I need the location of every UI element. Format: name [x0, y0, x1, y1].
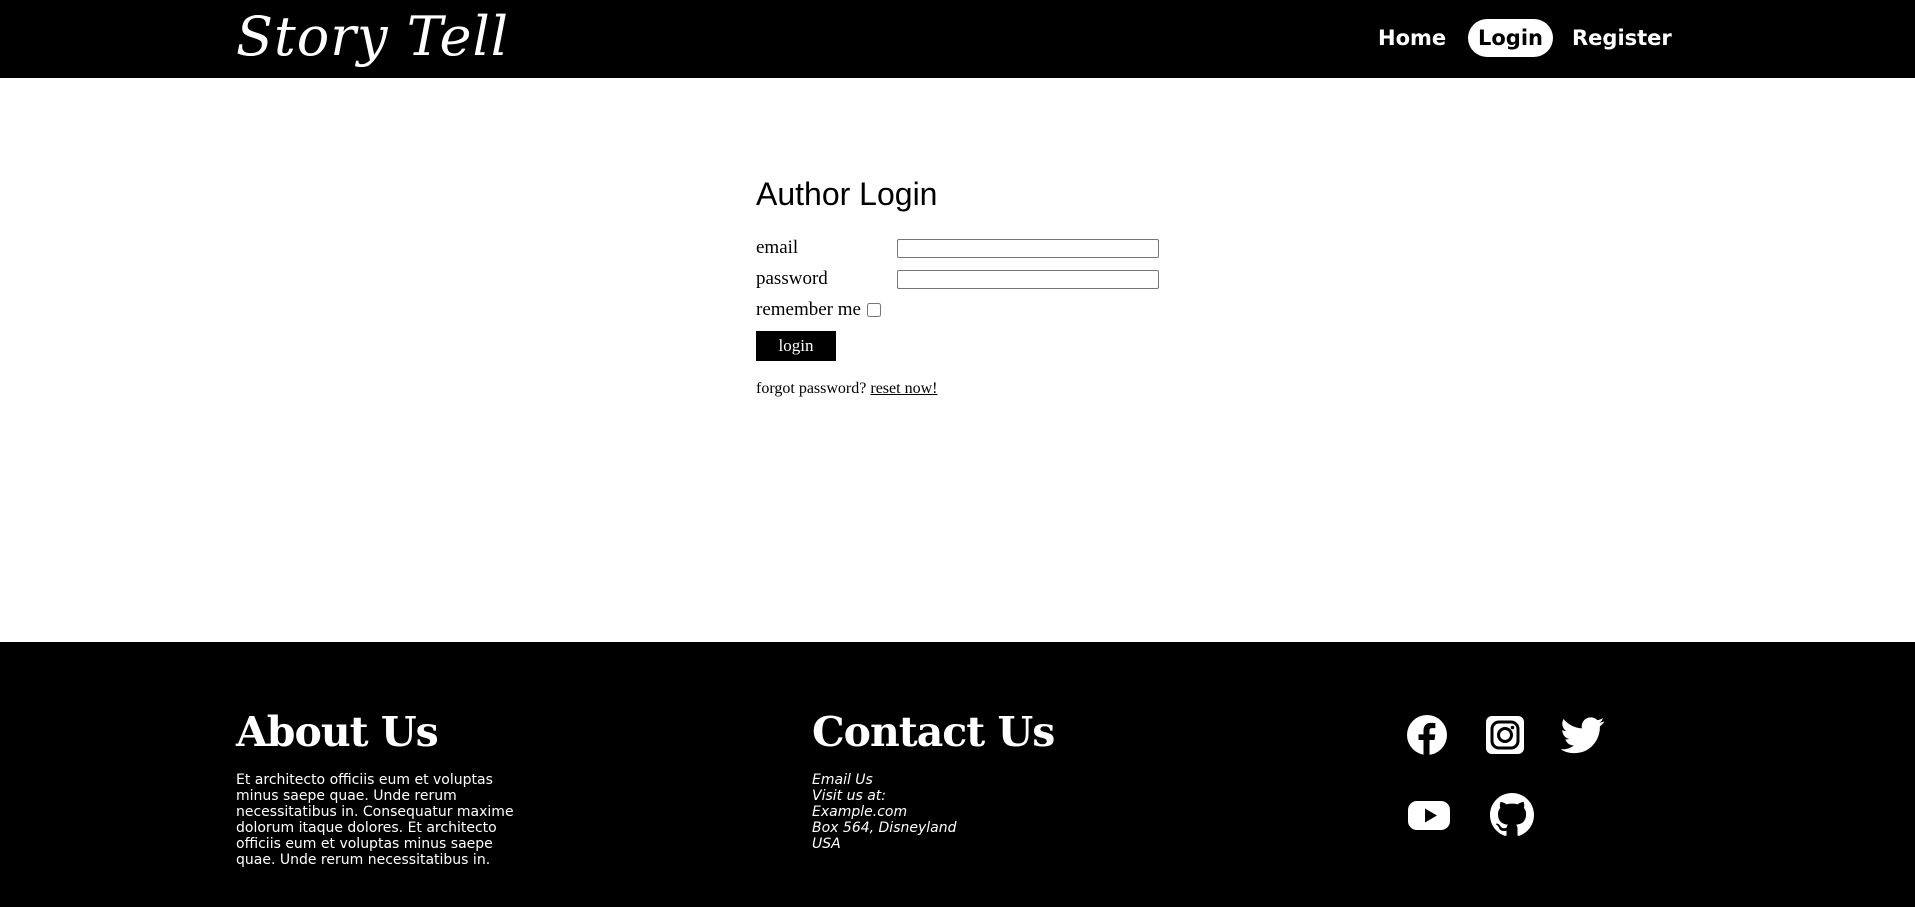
- nav-register-link[interactable]: Register: [1562, 19, 1682, 57]
- site-footer: About Us Et architecto officiis eum et v…: [0, 642, 1915, 907]
- facebook-icon[interactable]: [1405, 713, 1449, 757]
- twitter-icon[interactable]: [1561, 713, 1605, 757]
- youtube-icon[interactable]: [1407, 793, 1451, 837]
- contact-website-line[interactable]: Example.com: [812, 804, 1032, 820]
- contact-us-heading: Contact Us: [812, 708, 1055, 756]
- nav-login-link[interactable]: Login: [1468, 19, 1553, 57]
- contact-address-line: Box 564, Disneyland: [812, 820, 957, 836]
- top-navbar: Story Tell Home Login Register: [0, 0, 1915, 78]
- remember-row: remember me: [756, 297, 1176, 323]
- forgot-password-label: forgot password?: [756, 380, 867, 397]
- password-row: password: [756, 266, 1176, 292]
- email-row: email: [756, 235, 1176, 261]
- contact-email-line: Email Us: [812, 772, 873, 788]
- contact-visit-line: Visit us at:: [812, 788, 886, 804]
- reset-password-link[interactable]: reset now!: [870, 380, 937, 397]
- about-us-text: Et architecto officiis eum et voluptas m…: [236, 772, 514, 868]
- nav-home-link[interactable]: Home: [1368, 19, 1456, 57]
- email-field[interactable]: [897, 239, 1159, 258]
- github-icon[interactable]: [1490, 793, 1534, 837]
- main-nav: Home Login Register: [0, 19, 1915, 57]
- page-title: Author Login: [756, 176, 938, 212]
- password-field[interactable]: [897, 270, 1159, 289]
- contact-info: Email Us Visit us at: Example.com Box 56…: [812, 772, 1032, 852]
- login-form: Author Login email password remember me …: [756, 172, 1176, 397]
- about-us-heading: About Us: [236, 708, 439, 756]
- contact-country-line: USA: [812, 836, 841, 852]
- instagram-icon[interactable]: [1483, 713, 1527, 757]
- password-label: password: [756, 268, 828, 289]
- remember-me-checkbox[interactable]: [867, 303, 881, 317]
- remember-me-label: remember me: [756, 299, 861, 320]
- email-label: email: [756, 237, 799, 258]
- login-button[interactable]: login: [756, 331, 836, 361]
- forgot-password-text: forgot password? reset now!: [756, 380, 937, 398]
